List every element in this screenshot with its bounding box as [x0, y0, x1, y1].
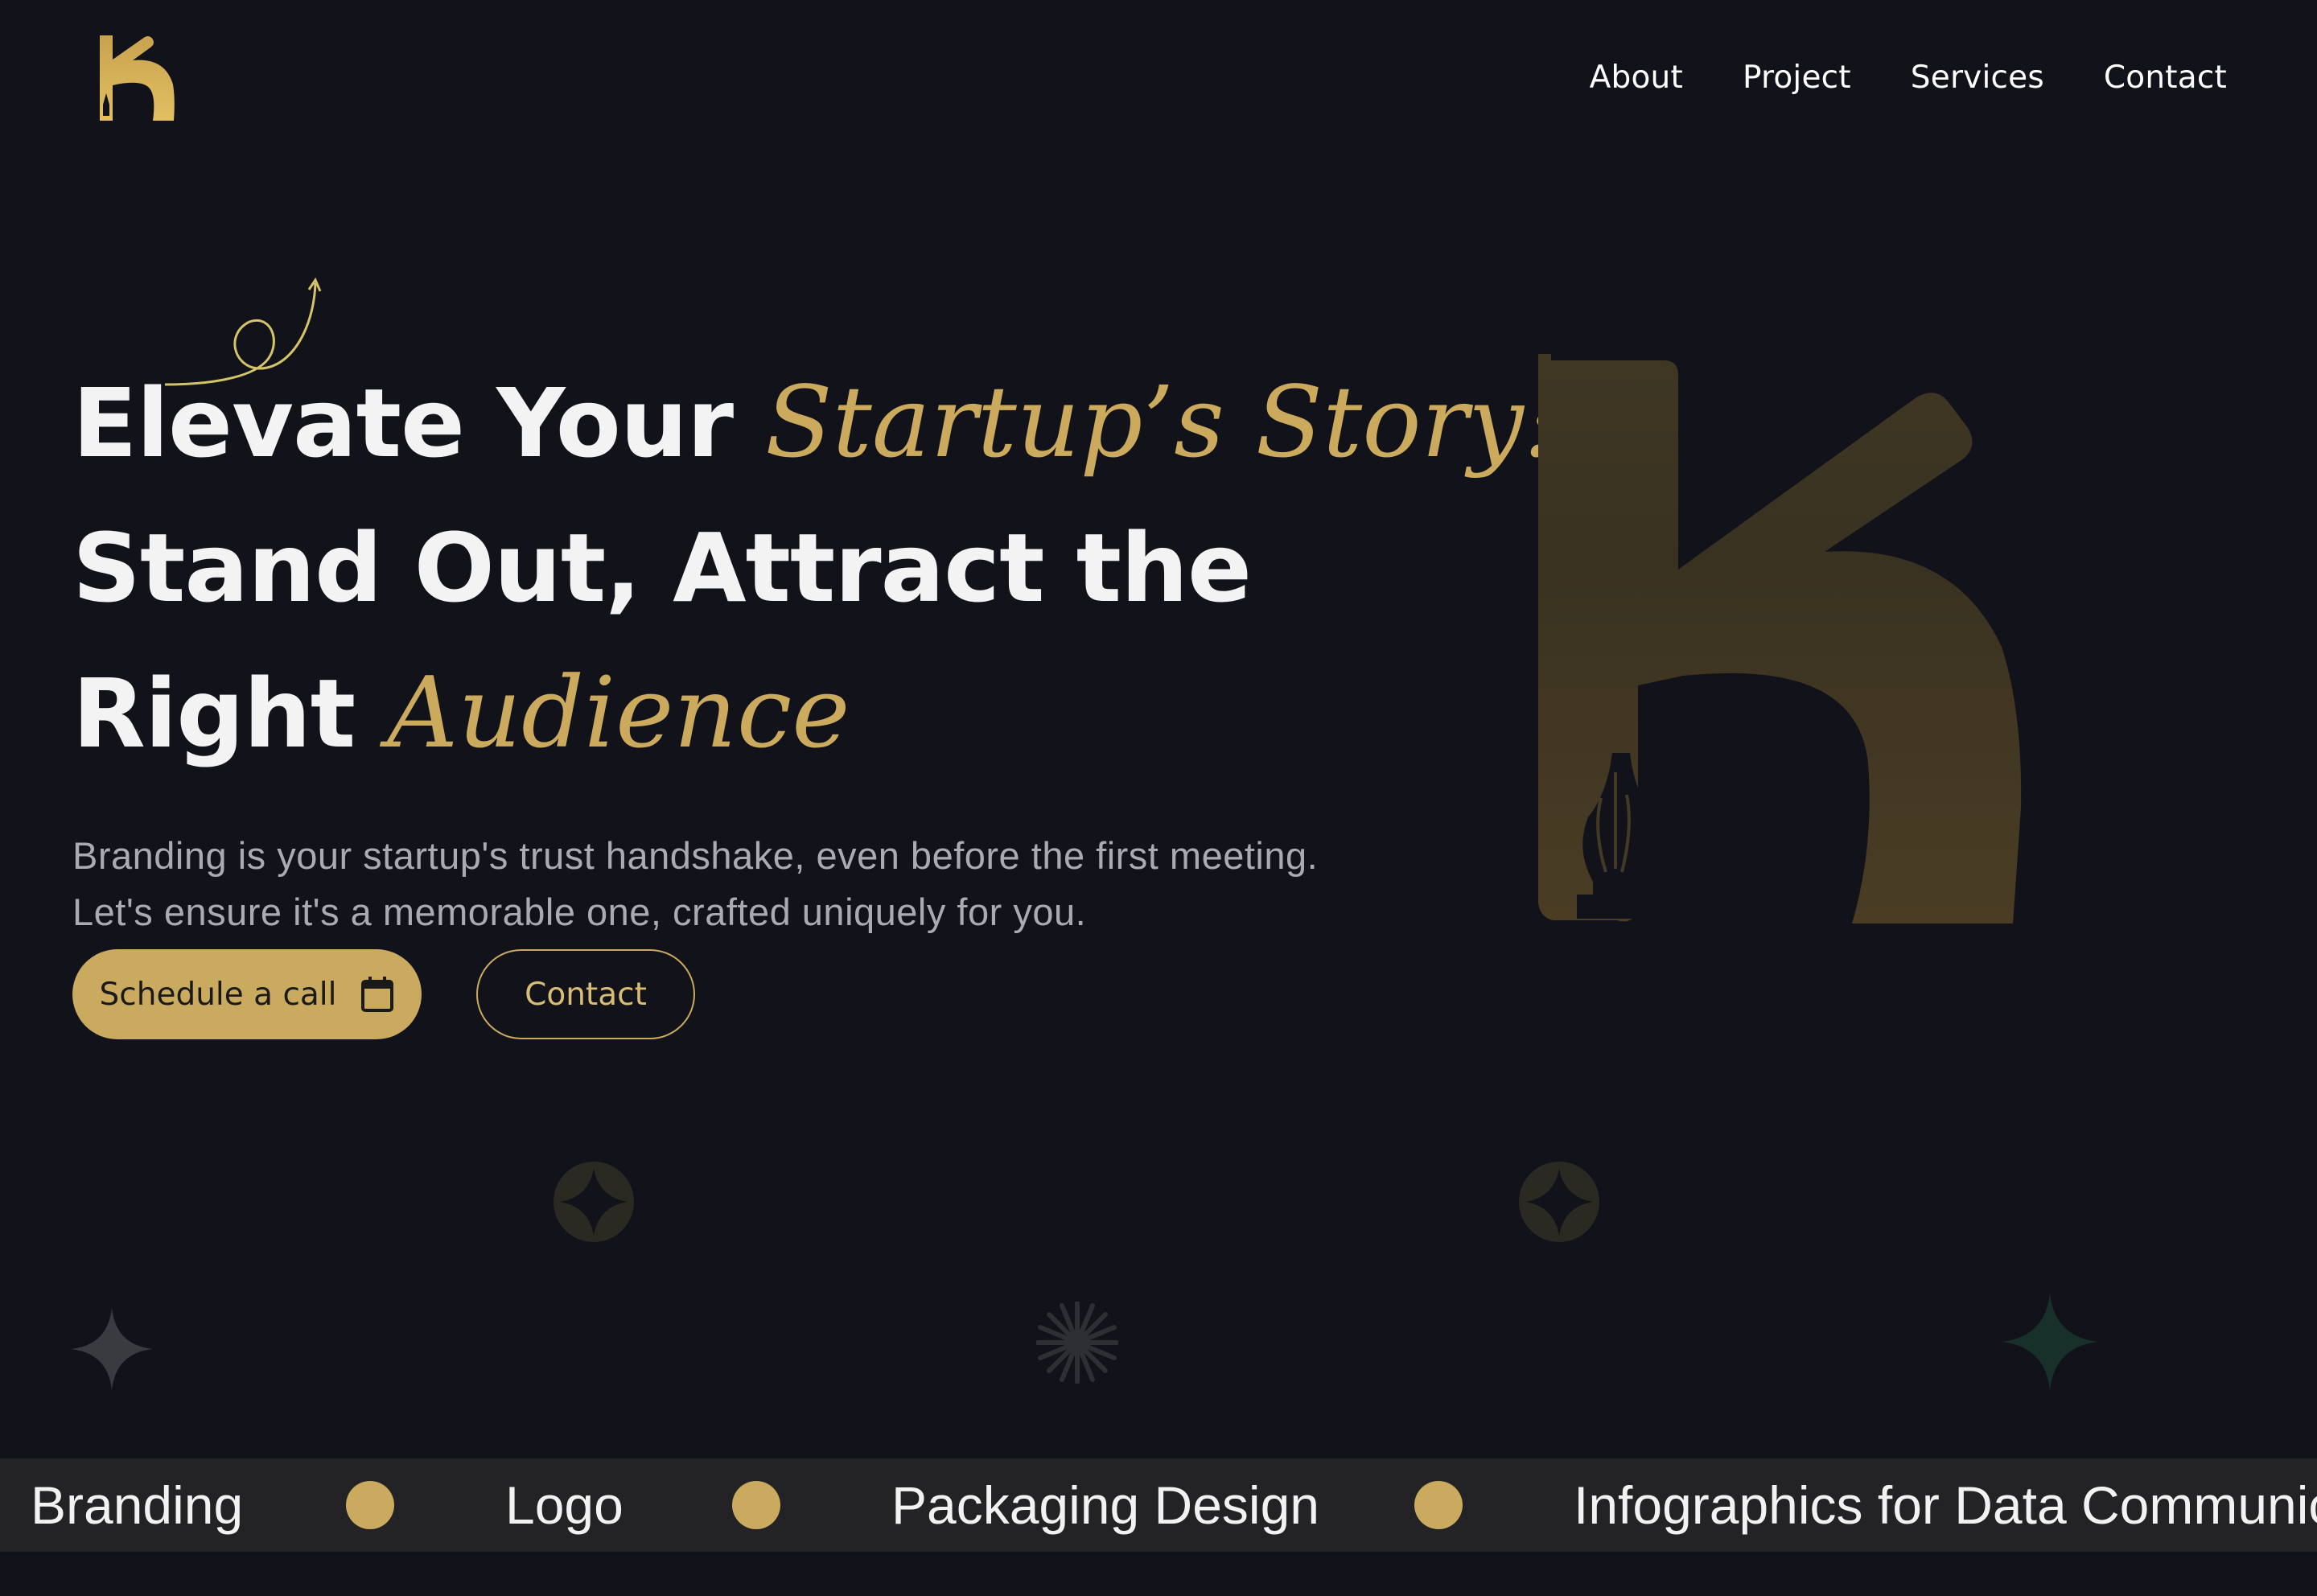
hero-line-1: Elevate Your Startup’s Story:	[72, 350, 1557, 496]
k-pen-logo-icon[interactable]	[95, 35, 179, 122]
nav-contact-link[interactable]: Contact	[2104, 60, 2227, 96]
hero-line-3: Right Audience	[72, 640, 1440, 786]
star-circle-icon	[554, 1162, 634, 1242]
ticker-dot	[732, 1481, 780, 1529]
ticker-item-packaging: Packaging Design	[891, 1475, 1319, 1535]
ticker-item-logo: Logo	[505, 1475, 623, 1535]
four-point-star-icon	[71, 1308, 153, 1390]
hero-subtitle: Branding is your startup's trust handsha…	[72, 834, 1319, 933]
ticker-dot	[1414, 1481, 1463, 1529]
calendar-icon	[361, 977, 394, 1012]
ticker-dot	[346, 1481, 394, 1529]
headline-bold-3: Right	[72, 658, 356, 769]
starburst-icon	[1036, 1302, 1118, 1384]
nav-services-link[interactable]: Services	[1911, 60, 2044, 96]
headline-script-3: Audience	[387, 656, 850, 770]
ticker-item-branding: Branding	[31, 1475, 244, 1535]
nav-about-link[interactable]: About	[1590, 60, 1683, 96]
contact-button[interactable]: Contact	[476, 949, 695, 1039]
k-pen-illustration-icon	[1538, 354, 2022, 923]
schedule-call-button[interactable]: Schedule a call	[72, 949, 422, 1039]
contact-button-label: Contact	[525, 976, 647, 1013]
hero-line-2: Stand Out, Attract the	[72, 496, 1440, 640]
hero-headline: Elevate Your Startup’s Story: Stand Out,…	[72, 350, 1557, 786]
headline-script-1: Startup’s Story:	[765, 365, 1558, 479]
star-circle-icon	[1519, 1162, 1599, 1242]
ticker-item-infographics: Infographics for Data Communic	[1574, 1475, 2317, 1535]
headline-bold-1: Elevate Your	[72, 368, 734, 479]
main-nav: About Project Services Contact	[1590, 60, 2227, 96]
nav-project-link[interactable]: Project	[1743, 60, 1851, 96]
headline-bold-2: Stand Out, Attract the	[72, 512, 1252, 623]
schedule-call-label: Schedule a call	[99, 976, 337, 1013]
four-point-star-icon	[2002, 1294, 2098, 1390]
